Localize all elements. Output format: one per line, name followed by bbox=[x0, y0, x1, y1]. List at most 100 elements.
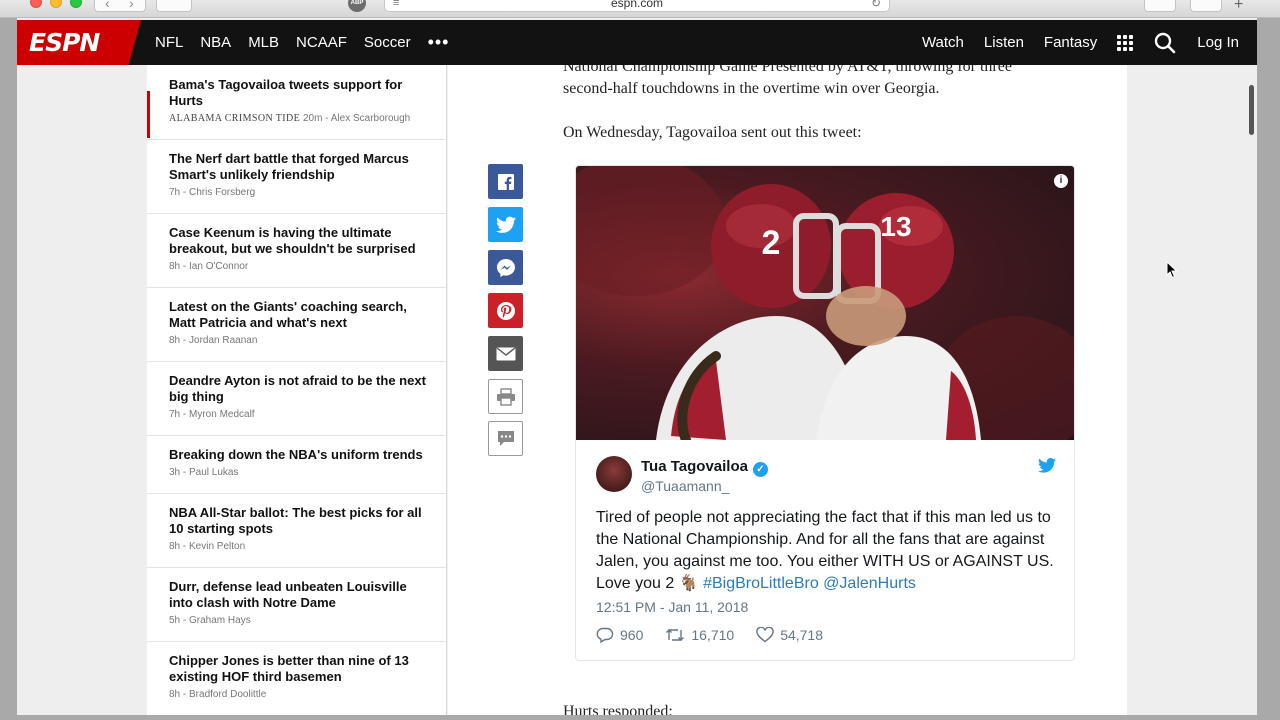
story-meta: 3h - Paul Lukas bbox=[169, 467, 239, 478]
nav-item-ncaaf[interactable]: NCAAF bbox=[296, 34, 347, 51]
mouse-cursor-icon bbox=[1166, 261, 1178, 279]
story-meta: 8h - Ian O'Connor bbox=[169, 261, 249, 272]
list-item[interactable]: The Nerf dart battle that forged Marcus … bbox=[147, 140, 446, 214]
article-paragraph: Hurts responded: bbox=[563, 703, 673, 715]
nav-item-soccer[interactable]: Soccer bbox=[364, 34, 411, 51]
nav-item-fantasy[interactable]: Fantasy bbox=[1044, 34, 1097, 51]
headlines-sidebar: Bama's Tagovailoa tweets support for Hur… bbox=[147, 65, 447, 715]
story-meta: 7h - Myron Medcalf bbox=[169, 409, 255, 420]
new-tab-plus-icon[interactable]: + bbox=[1234, 0, 1243, 14]
left-jersey-number: 2 bbox=[762, 224, 781, 262]
search-icon[interactable] bbox=[1153, 31, 1177, 55]
story-meta: 5h - Graham Hays bbox=[169, 615, 251, 626]
sidebar-toggle-button[interactable] bbox=[156, 0, 192, 12]
adblock-icon[interactable]: ABP bbox=[348, 0, 366, 12]
story-title[interactable]: NBA All-Star ballot: The best picks for … bbox=[169, 505, 426, 537]
address-bar[interactable]: ≡ espn.com ↻ bbox=[384, 0, 890, 12]
like-count: 54,718 bbox=[780, 627, 824, 643]
players-photo-illustration: 2 13 bbox=[576, 166, 1074, 440]
reader-icon[interactable]: ≡ bbox=[393, 0, 399, 11]
apps-grid-icon[interactable] bbox=[1117, 34, 1134, 51]
tweet-author-handle[interactable]: @Tuaamann_ bbox=[641, 478, 729, 494]
retweet-action[interactable]: 16,710 bbox=[665, 627, 734, 643]
messenger-share-button[interactable] bbox=[488, 250, 523, 285]
pinterest-share-button[interactable] bbox=[488, 293, 523, 328]
nav-item-nfl[interactable]: NFL bbox=[155, 34, 183, 51]
list-item[interactable]: Breaking down the NBA's uniform trends 3… bbox=[147, 436, 446, 494]
story-title[interactable]: Case Keenum is having the ultimate break… bbox=[169, 225, 426, 257]
forward-arrow-icon[interactable]: › bbox=[129, 0, 134, 11]
info-icon[interactable]: i bbox=[1054, 174, 1068, 188]
tweet-actions: 960 16,710 54,718 bbox=[596, 627, 823, 643]
right-jersey-number: 13 bbox=[880, 211, 911, 242]
nav-item-nba[interactable]: NBA bbox=[200, 34, 231, 51]
story-title[interactable]: Bama's Tagovailoa tweets support for Hur… bbox=[169, 77, 426, 109]
browser-viewport: ESPN NFL NBA MLB NCAAF Soccer ••• Watch … bbox=[17, 18, 1257, 715]
list-item[interactable]: NBA All-Star ballot: The best picks for … bbox=[147, 494, 446, 568]
nav-item-watch[interactable]: Watch bbox=[922, 34, 964, 51]
twitter-bird-icon[interactable] bbox=[1038, 458, 1056, 473]
espn-logo-block[interactable]: ESPN bbox=[17, 20, 141, 65]
list-item[interactable]: Latest on the Giants' coaching search, M… bbox=[147, 288, 446, 362]
embedded-tweet[interactable]: 2 13 i Tua Tagovailoa ✓ @Tuaamann_ Tired … bbox=[575, 165, 1075, 661]
close-window-button[interactable] bbox=[30, 0, 42, 8]
story-title[interactable]: Chipper Jones is better than nine of 13 … bbox=[169, 653, 426, 685]
back-arrow-icon[interactable]: ‹ bbox=[105, 0, 110, 11]
story-title[interactable]: Durr, defense lead unbeaten Louisville i… bbox=[169, 579, 426, 611]
story-meta: ALABAMA CRIMSON TIDE 20m - Alex Scarboro… bbox=[169, 113, 411, 124]
avatar[interactable] bbox=[596, 456, 632, 492]
nav-item-listen[interactable]: Listen bbox=[984, 34, 1024, 51]
espn-logo[interactable]: ESPN bbox=[29, 28, 100, 57]
printer-icon bbox=[496, 387, 515, 406]
list-item[interactable]: Case Keenum is having the ultimate break… bbox=[147, 214, 446, 288]
story-source: ALABAMA CRIMSON TIDE bbox=[169, 113, 301, 124]
tweet-author-name[interactable]: Tua Tagovailoa ✓ bbox=[641, 458, 768, 477]
scrollbar-thumb[interactable] bbox=[1249, 85, 1254, 135]
comments-button[interactable] bbox=[488, 421, 523, 456]
tabs-button[interactable] bbox=[1190, 0, 1222, 12]
reply-action[interactable]: 960 bbox=[596, 627, 643, 643]
facebook-share-button[interactable] bbox=[488, 164, 523, 199]
print-button[interactable] bbox=[488, 379, 523, 414]
list-item[interactable]: Deandre Ayton is not afraid to be the ne… bbox=[147, 362, 446, 436]
story-title[interactable]: Breaking down the NBA's uniform trends bbox=[169, 447, 426, 463]
page-scrollbar[interactable] bbox=[1247, 65, 1257, 715]
reload-icon[interactable]: ↻ bbox=[871, 0, 881, 11]
email-icon bbox=[496, 346, 515, 360]
minimize-window-button[interactable] bbox=[50, 0, 62, 8]
twitter-share-button[interactable] bbox=[488, 207, 523, 242]
list-item[interactable]: Durr, defense lead unbeaten Louisville i… bbox=[147, 568, 446, 642]
story-title[interactable]: Latest on the Giants' coaching search, M… bbox=[169, 299, 426, 331]
more-sports-icon[interactable]: ••• bbox=[428, 32, 450, 53]
tweet-hashtag-mention-links[interactable]: #BigBroLittleBro @JalenHurts bbox=[703, 575, 916, 592]
like-action[interactable]: 54,718 bbox=[756, 627, 823, 643]
comment-bubble-icon bbox=[497, 430, 514, 446]
reply-icon bbox=[596, 627, 614, 643]
browser-toolbar: ‹ › ABP ≡ espn.com ↻ + bbox=[0, 0, 1280, 18]
share-button[interactable] bbox=[1144, 0, 1176, 12]
twitter-bird-icon bbox=[495, 216, 516, 233]
tweet-photo[interactable]: 2 13 i bbox=[576, 166, 1074, 440]
story-title[interactable]: The Nerf dart battle that forged Marcus … bbox=[169, 151, 426, 183]
story-title[interactable]: Deandre Ayton is not afraid to be the ne… bbox=[169, 373, 426, 405]
list-item[interactable]: Chipper Jones is better than nine of 13 … bbox=[147, 642, 446, 715]
tweet-timestamp[interactable]: 12:51 PM - Jan 11, 2018 bbox=[596, 599, 748, 615]
url-text: espn.com bbox=[610, 0, 664, 10]
list-item[interactable]: Bama's Tagovailoa tweets support for Hur… bbox=[147, 65, 446, 140]
retweet-count: 16,710 bbox=[691, 627, 735, 643]
article-paragraph-line: second-half touchdowns in the overtime w… bbox=[563, 80, 940, 97]
login-link[interactable]: Log In bbox=[1197, 34, 1239, 51]
zoom-window-button[interactable] bbox=[70, 0, 82, 8]
back-forward-buttons[interactable]: ‹ › bbox=[94, 0, 146, 12]
user-nav: Watch Listen Fantasy Log In bbox=[922, 20, 1239, 65]
story-meta: 8h - Bradford Doolittle bbox=[169, 689, 267, 700]
facebook-icon bbox=[497, 173, 514, 190]
messenger-icon bbox=[496, 258, 515, 277]
verified-badge-icon: ✓ bbox=[752, 462, 768, 477]
nav-item-mlb[interactable]: MLB bbox=[248, 34, 279, 51]
article-body: National Championship Game Presented by … bbox=[448, 65, 1127, 715]
email-share-button[interactable] bbox=[488, 336, 523, 371]
espn-top-nav: ESPN NFL NBA MLB NCAAF Soccer ••• Watch … bbox=[17, 20, 1257, 65]
heart-icon bbox=[756, 627, 774, 643]
reply-count: 960 bbox=[620, 627, 644, 643]
